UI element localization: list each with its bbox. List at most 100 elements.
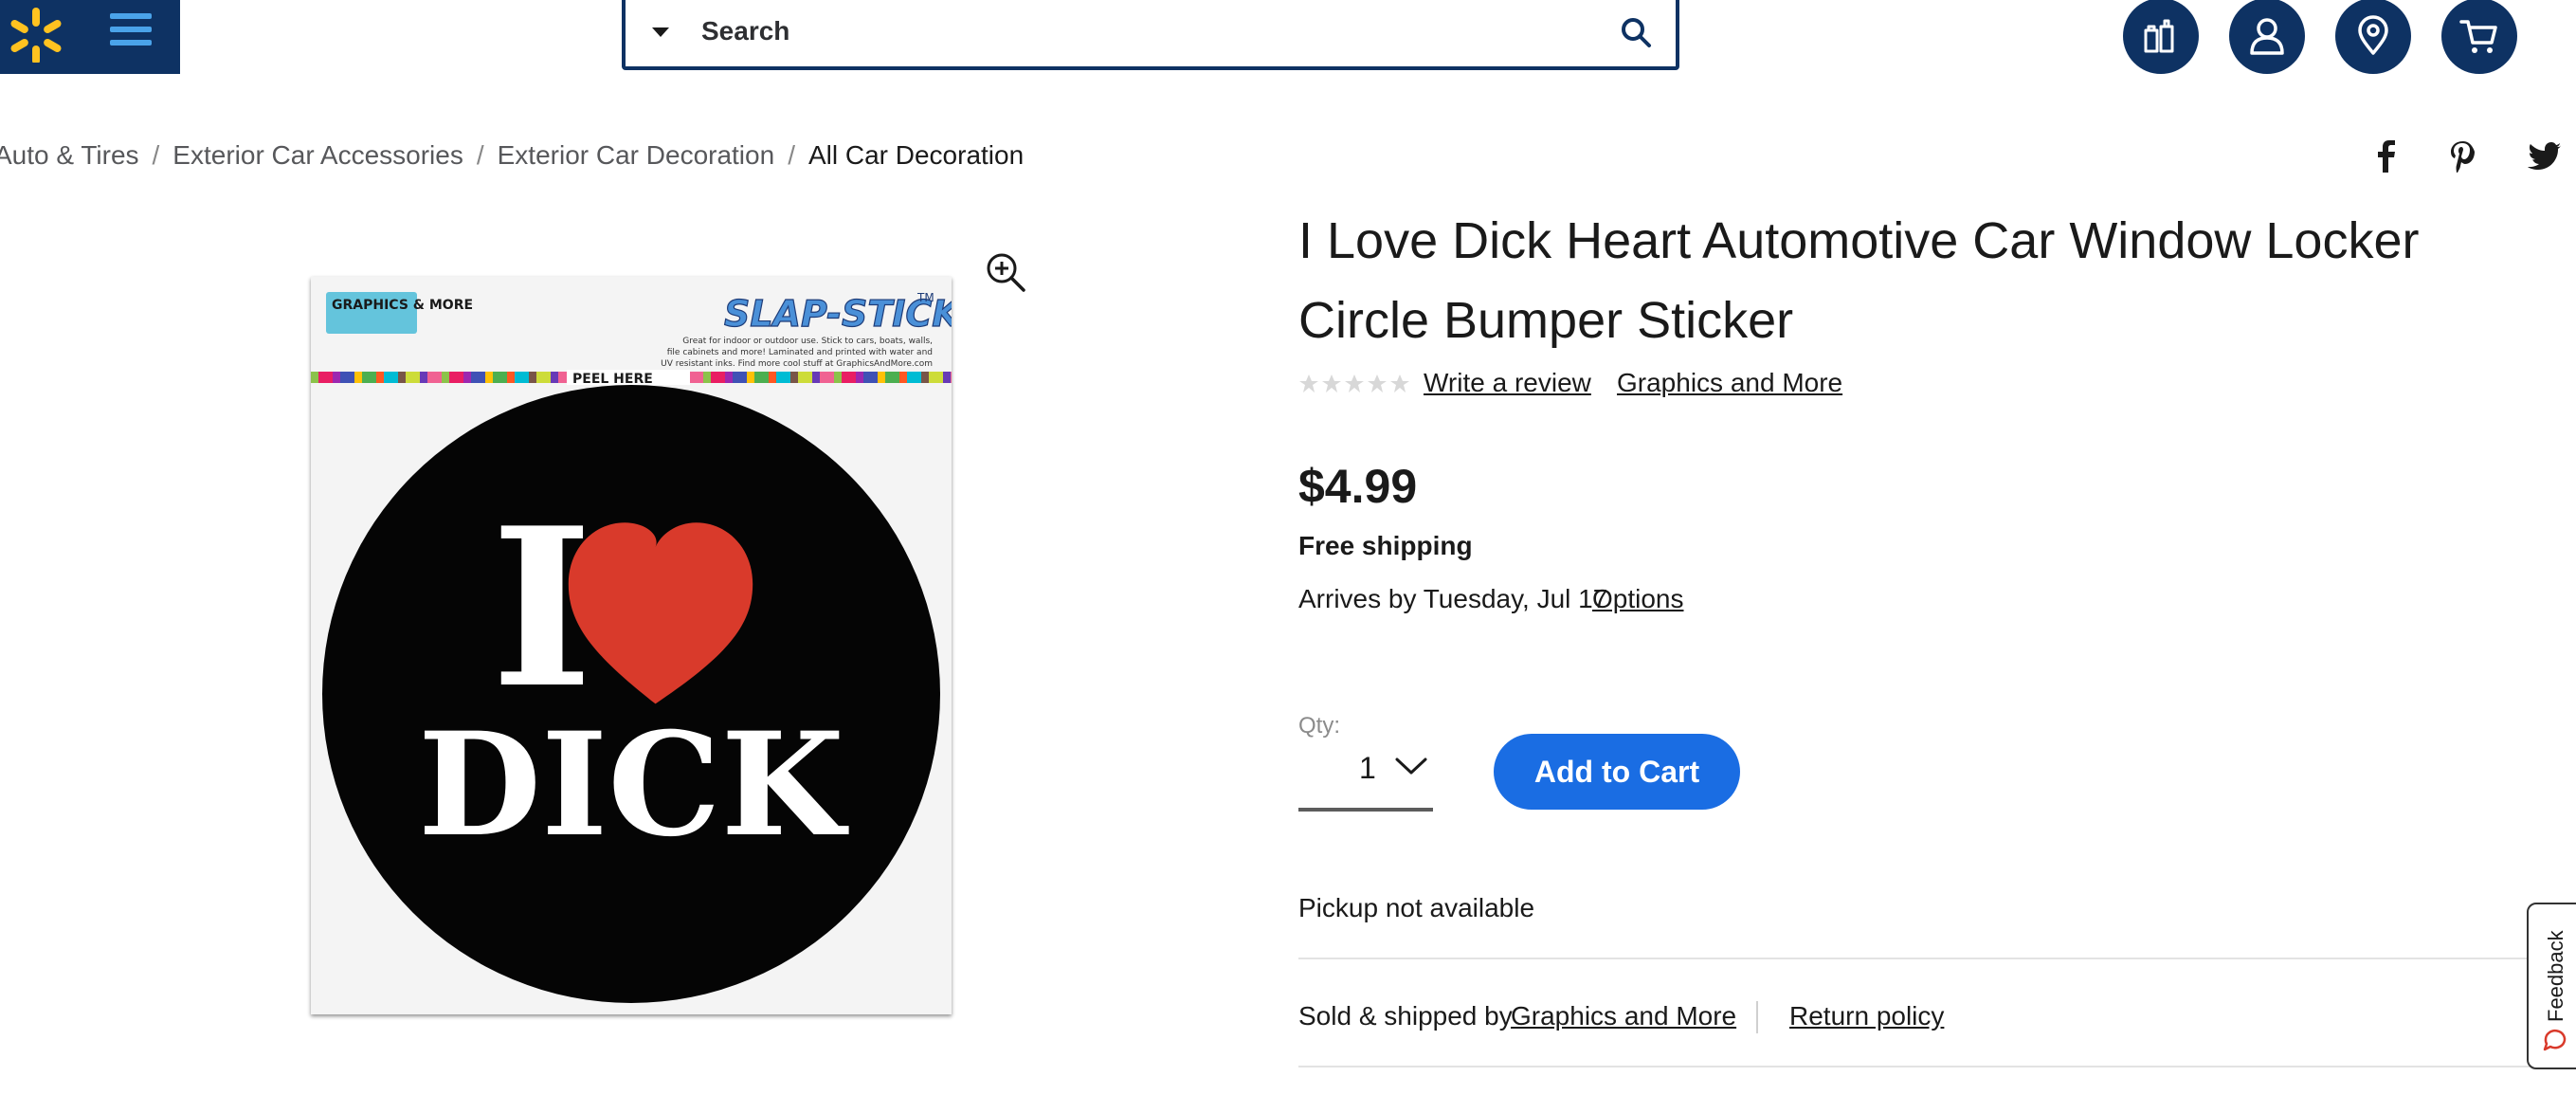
stripe-segment — [878, 372, 885, 383]
stripe-segment — [493, 372, 507, 383]
pinterest-icon[interactable] — [2445, 138, 2481, 174]
stripe-segment — [529, 372, 536, 383]
feedback-label: Feedback — [2544, 930, 2567, 1023]
stripe-segment — [398, 372, 406, 383]
sticker-brand: GRAPHICS & MORE — [332, 298, 473, 313]
rating-stars — [1299, 374, 1409, 392]
stripe-segment — [689, 372, 703, 383]
sticker-trademark: TM — [916, 291, 934, 304]
reorder-button[interactable] — [2123, 0, 2199, 74]
breadcrumb-separator: / — [476, 140, 484, 170]
stripe-segment — [311, 372, 318, 383]
stripe-segment — [551, 372, 558, 383]
reorder-icon — [2144, 19, 2174, 53]
stripe-segment — [384, 372, 398, 383]
stripe-segment — [885, 372, 899, 383]
product-price: $4.99 — [1298, 460, 1418, 513]
pickup-status: Pickup not available — [1298, 893, 1535, 922]
quantity-select[interactable]: 1 — [1359, 751, 1376, 786]
chevron-down-icon[interactable] — [1393, 755, 1429, 777]
walmart-logo-area — [0, 0, 180, 74]
stripe-segment — [340, 372, 354, 383]
stripe-segment — [318, 372, 333, 383]
divider — [1298, 1066, 2576, 1067]
brand-link[interactable]: Graphics and More — [1617, 368, 1842, 398]
menu-icon[interactable] — [110, 8, 154, 53]
peel-here-label: PEEL HERE — [572, 372, 653, 387]
stripe-segment — [449, 372, 463, 383]
twitter-icon[interactable] — [2527, 138, 2563, 174]
stripe-segment — [507, 372, 515, 383]
stripe-segment — [442, 372, 449, 383]
department-dropdown-icon[interactable] — [652, 27, 669, 37]
arrival-date: Arrives by Tuesday, Jul 17 — [1298, 584, 1608, 613]
sticker-fineprint-1: Great for indoor or outdoor use. Stick t… — [682, 337, 933, 346]
stripe-segment — [536, 372, 551, 383]
shipping-label: Free shipping — [1298, 531, 1473, 560]
feedback-button[interactable]: Feedback — [2527, 903, 2576, 1069]
stripe-segment — [812, 372, 820, 383]
stripe-segment — [856, 372, 863, 383]
sold-shipped-label: Sold & shipped by — [1298, 1001, 1513, 1031]
breadcrumb: Auto & Tires / Exterior Car Accessories / Ex… — [0, 140, 1024, 171]
stripe-segment — [842, 372, 856, 383]
divider — [1298, 958, 2576, 959]
zoom-in-icon[interactable] — [984, 250, 1027, 294]
stripe-segment — [733, 372, 747, 383]
add-to-cart-button[interactable]: Add to Cart — [1494, 734, 1740, 810]
sticker-artwork: GRAPHICS & MORE SLAP-STICKZ TM Great for… — [311, 277, 988, 1014]
chat-bubble-icon — [2543, 1029, 2567, 1051]
breadcrumb-item-exterior-car-decoration[interactable]: Exterior Car Decoration — [498, 140, 775, 170]
stripe-segment — [471, 372, 485, 383]
return-policy-link[interactable]: Return policy — [1789, 1001, 1944, 1031]
seller-link[interactable]: Graphics and More — [1511, 1001, 1736, 1031]
breadcrumb-separator: / — [152, 140, 160, 170]
search-input[interactable]: Search — [701, 16, 789, 46]
account-icon — [2250, 18, 2284, 55]
search-icon[interactable] — [1619, 15, 1653, 49]
breadcrumb-item-auto-tires[interactable]: Auto & Tires — [0, 140, 139, 170]
sticker-fineprint-2: file cabinets and more! Laminated and pr… — [667, 348, 933, 357]
facebook-icon[interactable] — [2367, 138, 2404, 174]
stripe-segment — [921, 372, 929, 383]
stripe-segment — [863, 372, 878, 383]
stripe-segment — [485, 372, 493, 383]
write-review-link[interactable]: Write a review — [1424, 368, 1591, 398]
search-bar[interactable]: Search — [622, 0, 1679, 70]
account-button[interactable] — [2229, 0, 2305, 74]
breadcrumb-item-exterior-car-accessories[interactable]: Exterior Car Accessories — [172, 140, 463, 170]
quantity-label: Qty: — [1298, 713, 1341, 739]
product-image[interactable]: GRAPHICS & MORE SLAP-STICKZ TM Great for… — [311, 277, 988, 1014]
sticker-word: DICK — [418, 702, 849, 868]
stripe-segment — [790, 372, 798, 383]
stripe-segment — [899, 372, 907, 383]
stripe-segment — [943, 372, 951, 383]
product-title: I Love Dick Heart Automotive Car Window … — [1298, 212, 2420, 349]
stripe-segment — [463, 372, 471, 383]
breadcrumb-item-all-car-decoration[interactable]: All Car Decoration — [808, 140, 1024, 170]
stripe-segment — [725, 372, 733, 383]
share-icons — [2367, 138, 2576, 176]
stripe-segment — [951, 372, 965, 383]
stripe-segment — [834, 372, 842, 383]
stripe-segment — [515, 372, 529, 383]
stripe-segment — [798, 372, 812, 383]
delivery-options-link[interactable]: Options — [1592, 584, 1684, 614]
sticker-circle — [322, 385, 940, 1003]
stripe-segment — [420, 372, 427, 383]
stripe-segment — [376, 372, 384, 383]
vertical-divider — [1756, 1001, 1758, 1033]
cart-icon — [2459, 20, 2497, 53]
stripe-segment — [406, 372, 420, 383]
stripe-segment — [362, 372, 376, 383]
stripe-segment — [776, 372, 790, 383]
stripe-segment — [711, 372, 725, 383]
spark-logo-icon[interactable] — [6, 2, 66, 63]
breadcrumb-separator: / — [788, 140, 795, 170]
store-location-button[interactable] — [2335, 0, 2411, 74]
stripe-segment — [907, 372, 921, 383]
location-pin-icon — [2358, 15, 2388, 55]
stripe-segment — [769, 372, 776, 383]
stripe-segment — [929, 372, 943, 383]
cart-button[interactable] — [2441, 0, 2517, 74]
